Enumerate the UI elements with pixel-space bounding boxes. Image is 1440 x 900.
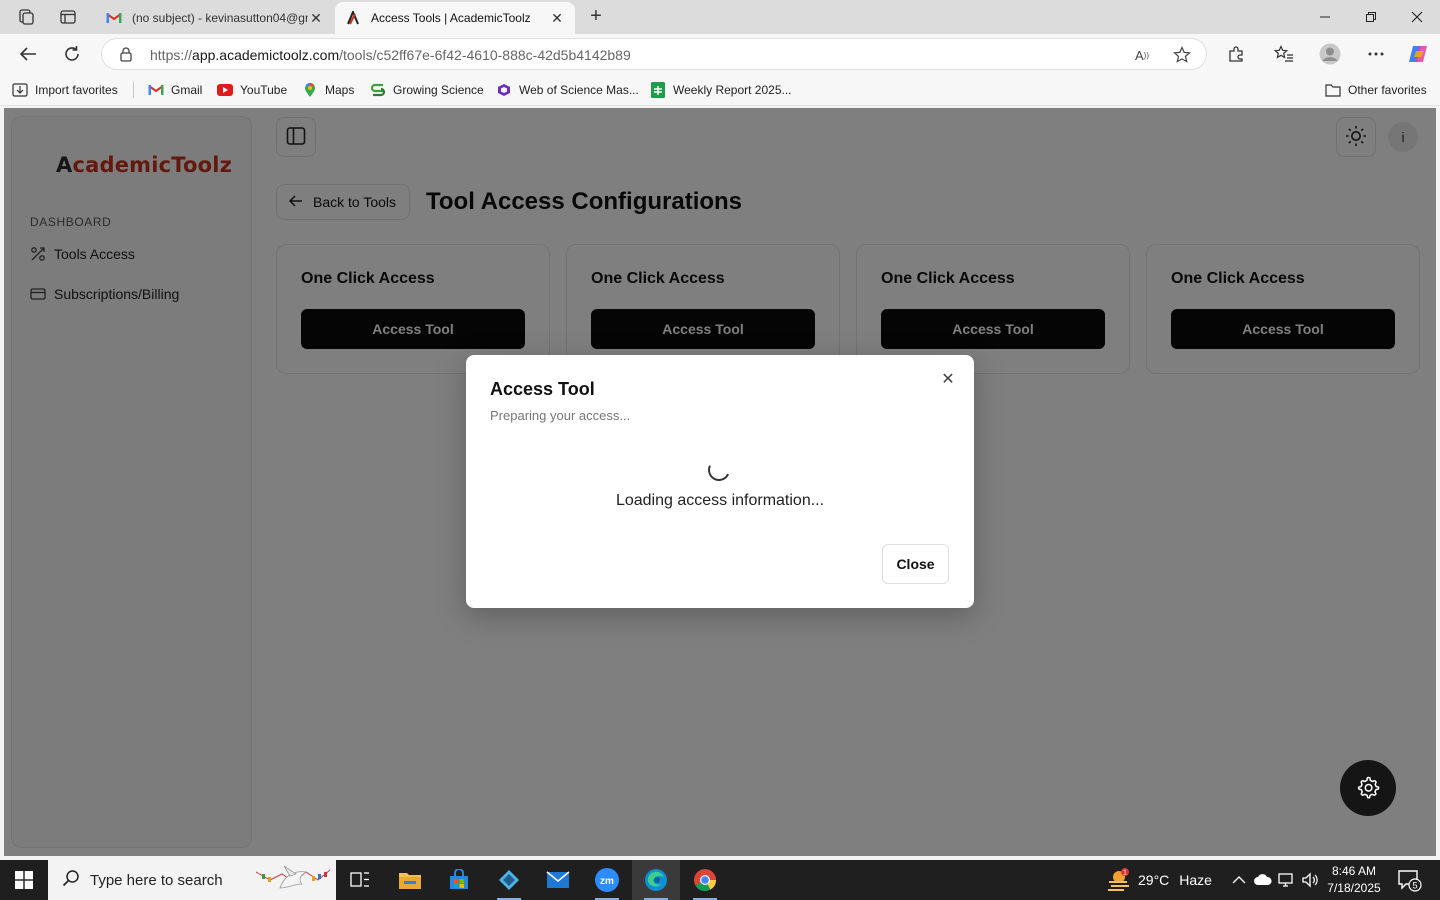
refresh-icon[interactable] <box>58 40 86 68</box>
gear-icon <box>1356 775 1380 802</box>
network-icon[interactable] <box>1277 870 1297 890</box>
volume-icon[interactable] <box>1300 870 1320 890</box>
dialog-title: Access Tool <box>490 379 595 399</box>
tab-gmail[interactable]: (no subject) - kevinasutton04@gmail.com … <box>96 2 334 34</box>
clock-time: 8:46 AM <box>1331 864 1377 878</box>
zoom-icon[interactable]: zm <box>583 860 631 900</box>
svg-text:1: 1 <box>1123 870 1127 877</box>
clock-date: 7/18/2025 <box>1327 881 1381 895</box>
loading-message: Loading access information... <box>615 492 825 509</box>
microsoft-store-icon[interactable] <box>435 860 483 900</box>
lock-icon[interactable] <box>118 46 134 62</box>
gmail-icon <box>106 10 122 26</box>
page-viewport: AcademicToolz DASHBOARD Tools Access Sub… <box>4 108 1436 856</box>
search-highlight-dove-icon <box>254 862 332 898</box>
url-text: https://app.academictoolz.com/tools/c52f… <box>150 47 631 63</box>
extensions-icon[interactable] <box>1222 40 1250 68</box>
restore-icon[interactable] <box>1348 0 1394 34</box>
weather-temperature: 29°C <box>1138 872 1170 888</box>
svg-text:5: 5 <box>1412 881 1417 891</box>
search-placeholder: Type here to search <box>90 871 223 889</box>
close-tab-icon[interactable]: ✕ <box>308 10 324 27</box>
search-icon <box>62 869 80 891</box>
tab-title: Access Tools | AcademicToolz <box>371 11 531 25</box>
onedrive-cloud-icon[interactable] <box>1253 870 1273 890</box>
close-tab-icon[interactable]: ✕ <box>549 10 565 27</box>
favorites-list-icon[interactable] <box>1270 40 1298 68</box>
sheets-icon <box>650 82 666 98</box>
workspaces-icon[interactable] <box>13 5 39 29</box>
favorite-youtube[interactable]: YouTube <box>217 81 287 99</box>
browser-tab-strip: (no subject) - kevinasutton04@gmail.com … <box>0 0 1440 34</box>
folder-icon <box>1325 82 1341 98</box>
close-window-icon[interactable] <box>1394 0 1440 34</box>
favorite-star-icon[interactable] <box>1172 45 1192 65</box>
close-icon[interactable]: ✕ <box>938 369 958 389</box>
windows-taskbar: Type here to search zm 1 29°C Haze 8:46 … <box>0 860 1440 900</box>
tab-academictoolz[interactable]: Access Tools | AcademicToolz ✕ <box>335 2 575 34</box>
chevron-up-icon[interactable] <box>1229 870 1249 890</box>
favorite-maps[interactable]: Maps <box>302 81 354 99</box>
taskbar-search-box[interactable]: Type here to search <box>48 860 336 900</box>
windows-start-icon[interactable] <box>0 860 48 900</box>
svg-text:zm: zm <box>600 876 614 887</box>
growing-science-icon <box>370 82 386 98</box>
gmail-icon <box>148 82 164 98</box>
notification-center-icon[interactable]: 5 <box>1396 868 1422 892</box>
minimize-icon[interactable] <box>1302 0 1348 34</box>
more-options-icon[interactable] <box>1362 40 1390 68</box>
haze-weather-icon: 1 <box>1106 868 1130 892</box>
dialog-subtitle: Preparing your access... <box>490 408 631 423</box>
system-clock[interactable]: 8:46 AM 7/18/2025 <box>1318 863 1390 897</box>
favorite-growing-science[interactable]: Growing Science <box>370 81 484 99</box>
academictoolz-favicon <box>345 10 361 26</box>
tab-title: (no subject) - kevinasutton04@gmail.com <box>132 11 308 25</box>
close-button[interactable]: Close <box>882 544 949 584</box>
chrome-icon[interactable] <box>681 860 729 900</box>
favorite-weekly-report[interactable]: Weekly Report 2025... <box>650 81 792 99</box>
new-tab-plus-icon[interactable]: + <box>584 5 608 29</box>
vertical-tabs-icon[interactable] <box>55 5 81 29</box>
favorites-divider <box>133 82 134 98</box>
diamond-app-icon[interactable] <box>485 860 533 900</box>
profile-avatar-icon[interactable] <box>1316 40 1344 68</box>
favorite-other-favorites[interactable]: Other favorites <box>1325 81 1427 99</box>
favorite-gmail[interactable]: Gmail <box>148 81 202 99</box>
task-view-icon[interactable] <box>336 860 384 900</box>
favorite-web-of-science[interactable]: Web of Science Mas... <box>496 81 639 99</box>
maps-pin-icon <box>302 82 318 98</box>
copilot-icon[interactable] <box>1404 40 1432 68</box>
weather-condition: Haze <box>1179 872 1212 888</box>
settings-fab-button[interactable] <box>1340 760 1396 816</box>
read-aloud-icon[interactable]: A)) <box>1132 45 1152 65</box>
edge-browser-icon[interactable] <box>632 860 680 900</box>
favorites-bar: Import favorites Gmail YouTube Maps Grow… <box>0 74 1440 106</box>
back-arrow-icon[interactable] <box>14 40 42 68</box>
loading-spinner-icon <box>704 455 734 485</box>
mail-icon[interactable] <box>534 860 582 900</box>
favorite-import[interactable]: Import favorites <box>12 81 118 99</box>
web-of-science-icon <box>496 82 512 98</box>
youtube-icon <box>217 82 233 98</box>
import-icon <box>12 82 28 98</box>
address-bar[interactable]: https://app.academictoolz.com/tools/c52f… <box>101 38 1207 70</box>
file-explorer-icon[interactable] <box>386 860 434 900</box>
access-tool-dialog: Access Tool Preparing your access... ✕ L… <box>466 355 974 608</box>
browser-toolbar: https://app.academictoolz.com/tools/c52f… <box>0 34 1440 74</box>
weather-widget[interactable]: 1 29°C Haze <box>1106 860 1212 900</box>
